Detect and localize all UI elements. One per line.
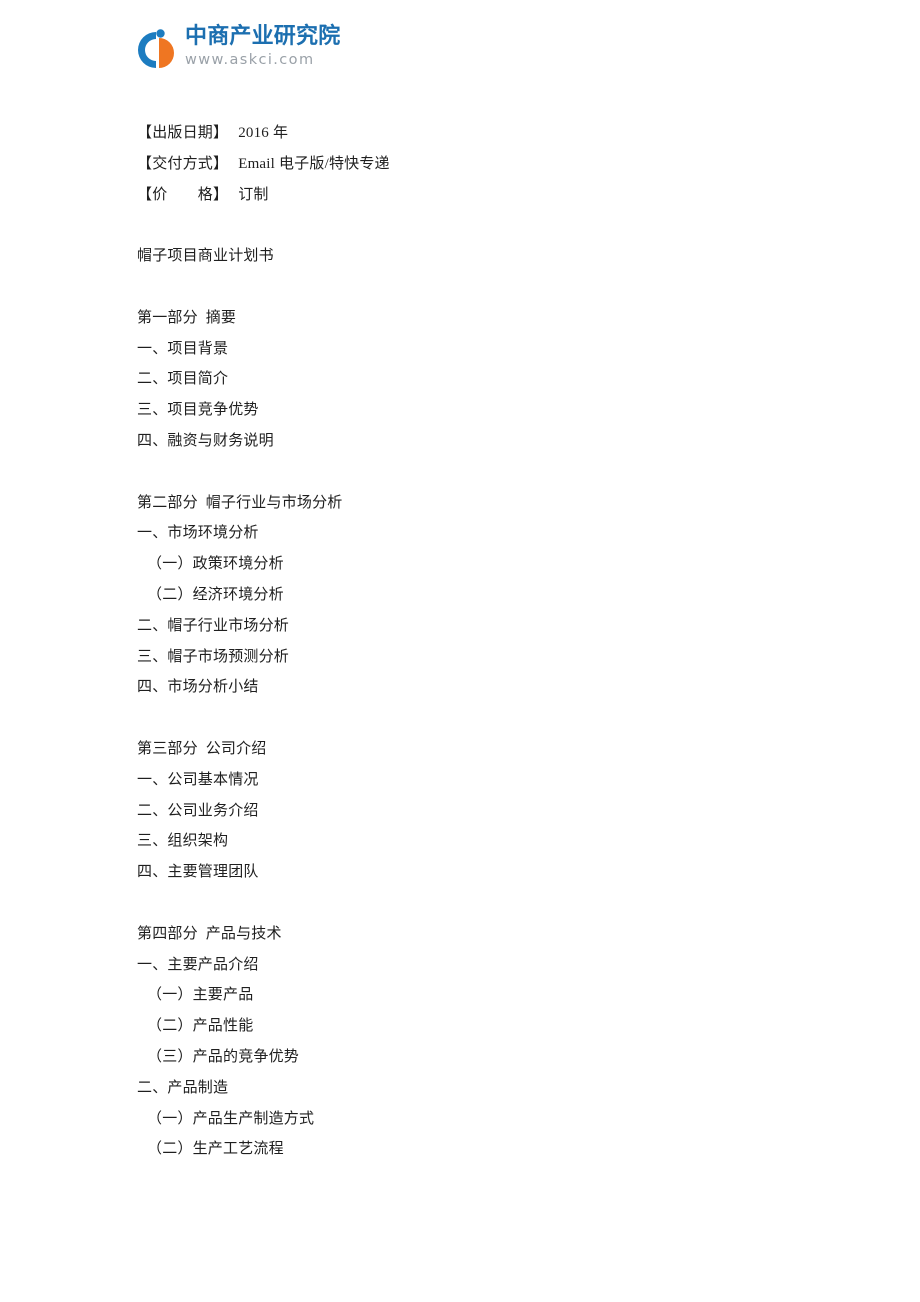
toc-item: 二、产品制造 [137, 1079, 229, 1096]
logo-company-name: 中商产业研究院 [185, 24, 341, 49]
meta-label: 【交付方式】 [137, 155, 229, 172]
section-heading-4: 第四部分 产品与技术 [137, 925, 282, 942]
section-heading-2: 第二部分 帽子行业与市场分析 [137, 494, 343, 511]
toc-subitem: （二）生产工艺流程 [147, 1141, 284, 1158]
toc-subitem: （三）产品的竞争优势 [147, 1048, 300, 1065]
meta-value: 2016 年 [238, 125, 289, 141]
toc-subitem: （一）政策环境分析 [147, 556, 284, 573]
section-heading-3: 第三部分 公司介绍 [137, 740, 267, 757]
toc-item: 一、公司基本情况 [137, 771, 259, 788]
toc-item: 三、项目竞争优势 [137, 402, 259, 419]
section-heading-1: 第一部分 摘要 [137, 309, 237, 326]
toc-subitem: （一）产品生产制造方式 [147, 1110, 315, 1127]
toc-item: 三、组织架构 [137, 833, 229, 850]
toc-item: 二、公司业务介绍 [137, 802, 259, 819]
toc-item: 二、项目简介 [137, 371, 229, 388]
meta-label: 【价 格】 [137, 186, 229, 203]
toc-item: 四、主要管理团队 [137, 864, 259, 881]
company-logo: 中商产业研究院 www.askci.com [133, 24, 363, 76]
meta-line-price: 【价 格】 订制 [137, 180, 837, 211]
logo-website: www.askci.com [185, 52, 315, 68]
meta-value: Email 电子版/特快专递 [238, 155, 390, 172]
meta-line-delivery: 【交付方式】 Email 电子版/特快专递 [137, 149, 837, 180]
meta-label: 【出版日期】 [137, 125, 229, 141]
toc-subitem: （二）经济环境分析 [147, 586, 284, 603]
document-body: 【出版日期】 2016 年 【交付方式】 Email 电子版/特快专递 【价 格】订… [137, 118, 837, 1165]
toc-item: 四、市场分析小结 [137, 679, 259, 696]
page-title: 帽子项目商业计划书 [137, 248, 274, 265]
logo-wordmark: 中商产业研究院 www.askci.com [185, 24, 361, 70]
toc-item: 一、主要产品介绍 [137, 956, 259, 973]
meta-line-publish-date: 【出版日期】 2016 年 [137, 118, 837, 149]
toc-item: 二、帽子行业市场分析 [137, 617, 290, 634]
toc-subitem: （二）产品性能 [147, 1018, 254, 1035]
toc-item: 一、项目背景 [137, 340, 229, 357]
toc-item: 三、帽子市场预测分析 [137, 648, 290, 665]
toc-item: 四、融资与财务说明 [137, 432, 274, 449]
toc-subitem: （一）主要产品 [147, 987, 254, 1004]
askci-circle-logo-icon [133, 28, 181, 72]
meta-value: 订制 [238, 186, 269, 203]
toc-item: 一、市场环境分析 [137, 525, 259, 542]
